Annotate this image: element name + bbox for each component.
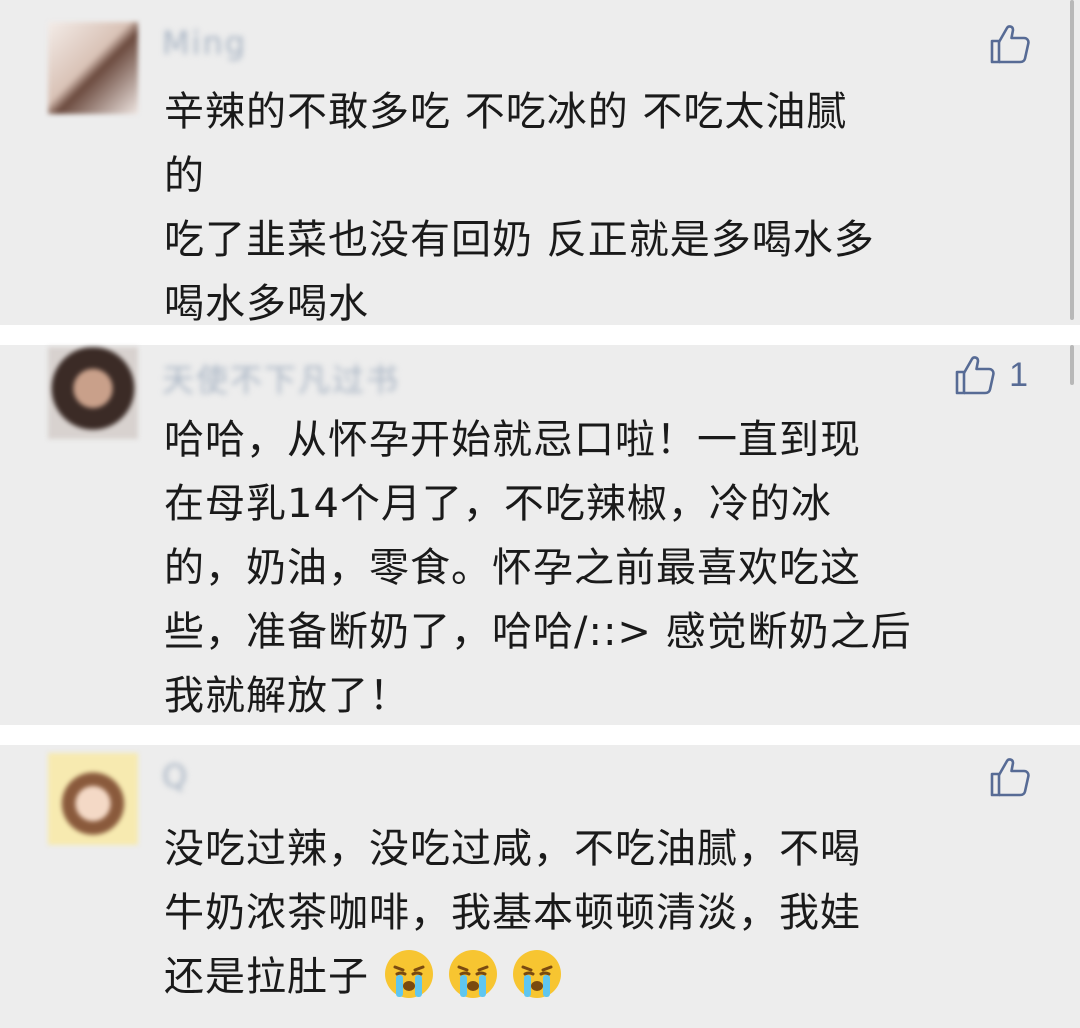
comment-nickname[interactable]: Q	[162, 757, 189, 797]
comment-line: 辛辣的不敢多吃 不吃冰的 不吃太油腻	[164, 89, 848, 135]
comment-line: 的	[164, 153, 205, 199]
comment-nickname[interactable]: 天使不下凡过书	[162, 355, 400, 399]
avatar[interactable]	[48, 22, 138, 114]
thumbs-up-icon	[988, 755, 1032, 799]
comment-nickname[interactable]: Ming	[162, 24, 247, 64]
crying-face-icon	[383, 948, 435, 1000]
scrollbar[interactable]	[1070, 345, 1074, 385]
comment-line: 在母乳14个月了，不吃辣椒，冷的冰	[164, 481, 832, 527]
thumbs-up-icon	[988, 22, 1032, 66]
like-count: 1	[1009, 355, 1028, 394]
comment-text: 没吃过辣，没吃过咸，不吃油腻，不喝 牛奶浓茶咖啡，我基本顿顿清淡，我娃 还是拉肚…	[164, 817, 1044, 1009]
comment-line: 没吃过辣，没吃过咸，不吃油腻，不喝	[164, 826, 861, 872]
comment-line: 喝水多喝水	[164, 281, 369, 327]
comment-item: 天使不下凡过书 1 哈哈，从怀孕开始就忌口啦！一直到现 在母乳14个月了，不吃辣…	[0, 345, 1080, 725]
comment-line: 些，准备断奶了，哈哈/::> 感觉断奶之后	[164, 609, 912, 655]
comment-line: 哈哈，从怀孕开始就忌口啦！一直到现	[164, 417, 861, 463]
like-button[interactable]	[988, 755, 1032, 799]
crying-face-icon	[511, 948, 563, 1000]
comment-line: 的，奶油，零食。怀孕之前最喜欢吃这	[164, 545, 861, 591]
comment-text: 辛辣的不敢多吃 不吃冰的 不吃太油腻 的 吃了韭菜也没有回奶 反正就是多喝水多 …	[164, 80, 1044, 336]
avatar[interactable]	[48, 347, 138, 439]
comment-item: Q 没吃过辣，没吃过咸，不吃油腻，不喝 牛奶浓茶咖啡，我基本顿顿清淡，我娃 还是…	[0, 745, 1080, 1028]
crying-face-icon	[447, 948, 499, 1000]
like-button[interactable]: 1	[953, 353, 1028, 397]
comment-line-text: 还是拉肚子	[164, 954, 369, 1000]
scrollbar[interactable]	[1070, 0, 1074, 320]
comment-line: 牛奶浓茶咖啡，我基本顿顿清淡，我娃	[164, 890, 861, 936]
like-button[interactable]	[988, 22, 1032, 66]
comment-line: 我就解放了！	[164, 673, 410, 719]
thumbs-up-icon	[953, 353, 997, 397]
comment-item: Ming 辛辣的不敢多吃 不吃冰的 不吃太油腻 的 吃了韭菜也没有回奶 反正就是…	[0, 0, 1080, 327]
comment-line: 吃了韭菜也没有回奶 反正就是多喝水多	[164, 217, 875, 263]
avatar[interactable]	[48, 753, 138, 845]
comment-text: 哈哈，从怀孕开始就忌口啦！一直到现 在母乳14个月了，不吃辣椒，冷的冰 的，奶油…	[164, 408, 1044, 728]
comment-line-with-emoji: 还是拉肚子	[164, 945, 1044, 1009]
